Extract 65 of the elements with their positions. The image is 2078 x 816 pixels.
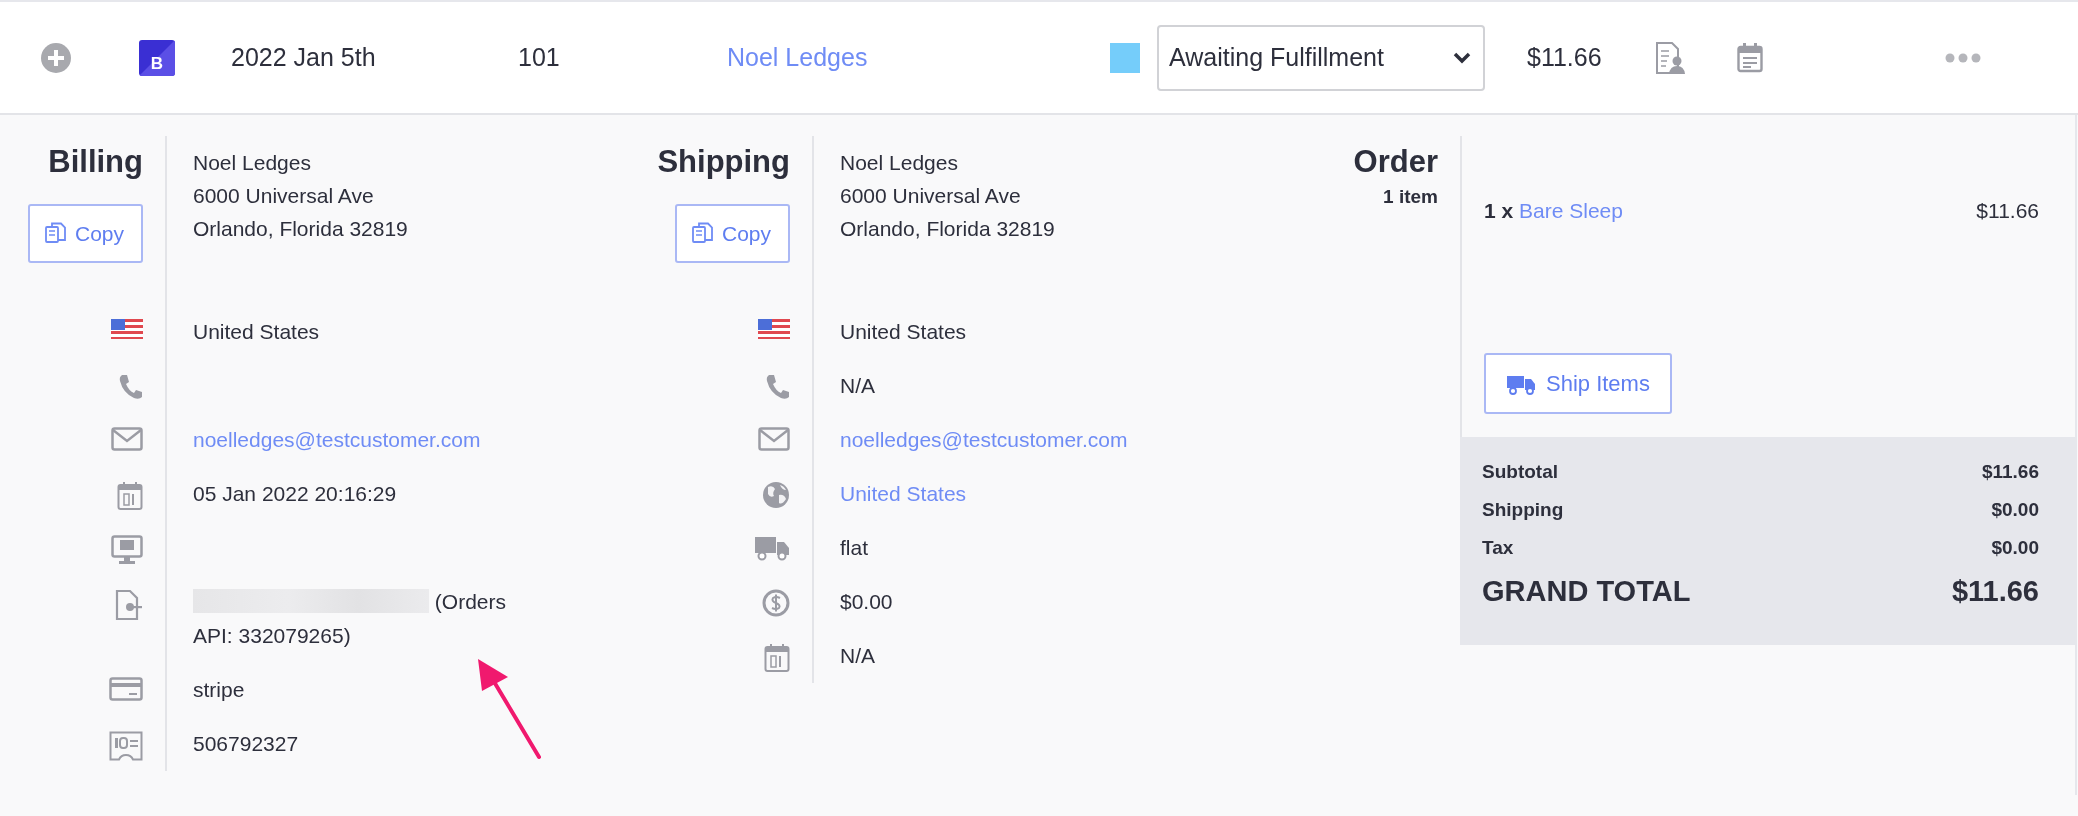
- phone-icon: [117, 373, 143, 401]
- country-text: United States: [840, 320, 967, 343]
- section-title: Shipping: [657, 143, 790, 181]
- address-line: 6000 Universal Ave: [193, 183, 374, 209]
- copy-button[interactable]: Copy: [27, 204, 143, 263]
- envelope-icon: [758, 427, 790, 451]
- date-text: N/A: [840, 644, 875, 667]
- line-item: 1 x Bare Sleep: [1484, 198, 1623, 224]
- coin-icon: [762, 589, 790, 617]
- flag-icon: [758, 319, 790, 339]
- total-label: GRAND TOTAL: [1482, 574, 1691, 609]
- country-text: United States: [193, 320, 320, 343]
- copy-button[interactable]: Copy: [674, 204, 790, 263]
- credit-card-icon: [109, 677, 143, 701]
- shipping-method-text: flat: [840, 536, 868, 559]
- address-line: 6000 Universal Ave: [840, 183, 1021, 209]
- date-text: 05 Jan 2022 20:16:29: [193, 482, 397, 505]
- customer-document-icon[interactable]: [1655, 40, 1685, 75]
- total-label: Tax: [1482, 536, 1514, 560]
- add-icon[interactable]: [40, 41, 72, 74]
- phone-icon: [764, 373, 790, 401]
- total-value: $0.00: [1991, 536, 2039, 560]
- country-link[interactable]: United States: [840, 482, 967, 505]
- monitor-icon: [111, 535, 143, 565]
- more-options-icon[interactable]: [1945, 52, 1981, 63]
- total-value: $0.00: [1991, 498, 2039, 522]
- address-line: Orlando, Florida 32819: [193, 216, 408, 242]
- document-icon: [115, 589, 143, 621]
- phone-text: N/A: [840, 374, 875, 397]
- globe-icon: [762, 481, 790, 509]
- payment-method-text: stripe: [193, 678, 245, 701]
- calendar-icon: [764, 643, 790, 673]
- email-link[interactable]: noelledges@testcustomer.com: [193, 428, 481, 451]
- shipping-cost-text: $0.00: [840, 590, 893, 613]
- calendar-icon[interactable]: [1737, 42, 1763, 73]
- order-source-text: (Orders API: 332079265): [193, 590, 507, 647]
- section-title: Order: [1352, 143, 1438, 181]
- item-count: 1 item: [1382, 186, 1438, 208]
- id-card-icon: [109, 731, 143, 761]
- copy-icon: [44, 221, 67, 246]
- address-line: Noel Ledges: [840, 150, 958, 176]
- total-label: Subtotal: [1482, 460, 1558, 484]
- total-label: Shipping: [1482, 498, 1564, 522]
- flag-icon: [111, 319, 143, 339]
- address-line: Noel Ledges: [193, 150, 311, 176]
- truck-icon: [754, 535, 790, 561]
- total-value: $11.66: [1951, 574, 2039, 609]
- total-value: $11.66: [1981, 460, 2039, 484]
- ship-items-button[interactable]: Ship Items: [1484, 353, 1672, 414]
- calendar-icon: [117, 481, 143, 511]
- customer-link[interactable]: Noel Ledges: [727, 43, 1110, 72]
- envelope-icon: [111, 427, 143, 451]
- order-total: $11.66: [1527, 43, 1603, 72]
- transaction-id-text: 506792327: [193, 732, 299, 755]
- email-link[interactable]: noelledges@testcustomer.com: [840, 428, 1128, 451]
- copy-icon: [691, 221, 714, 246]
- channel-logo: B: [139, 39, 175, 76]
- product-link[interactable]: Bare Sleep: [1519, 199, 1623, 222]
- section-title: Billing: [48, 143, 143, 181]
- order-date: 2022 Jan 5th: [231, 43, 377, 72]
- address-line: Orlando, Florida 32819: [840, 216, 1055, 242]
- chevron-down-icon: [1453, 51, 1471, 64]
- status-select[interactable]: Awaiting Fulfillment: [1157, 24, 1485, 91]
- item-price: $11.66: [1976, 198, 2039, 224]
- order-number: 101: [518, 43, 561, 72]
